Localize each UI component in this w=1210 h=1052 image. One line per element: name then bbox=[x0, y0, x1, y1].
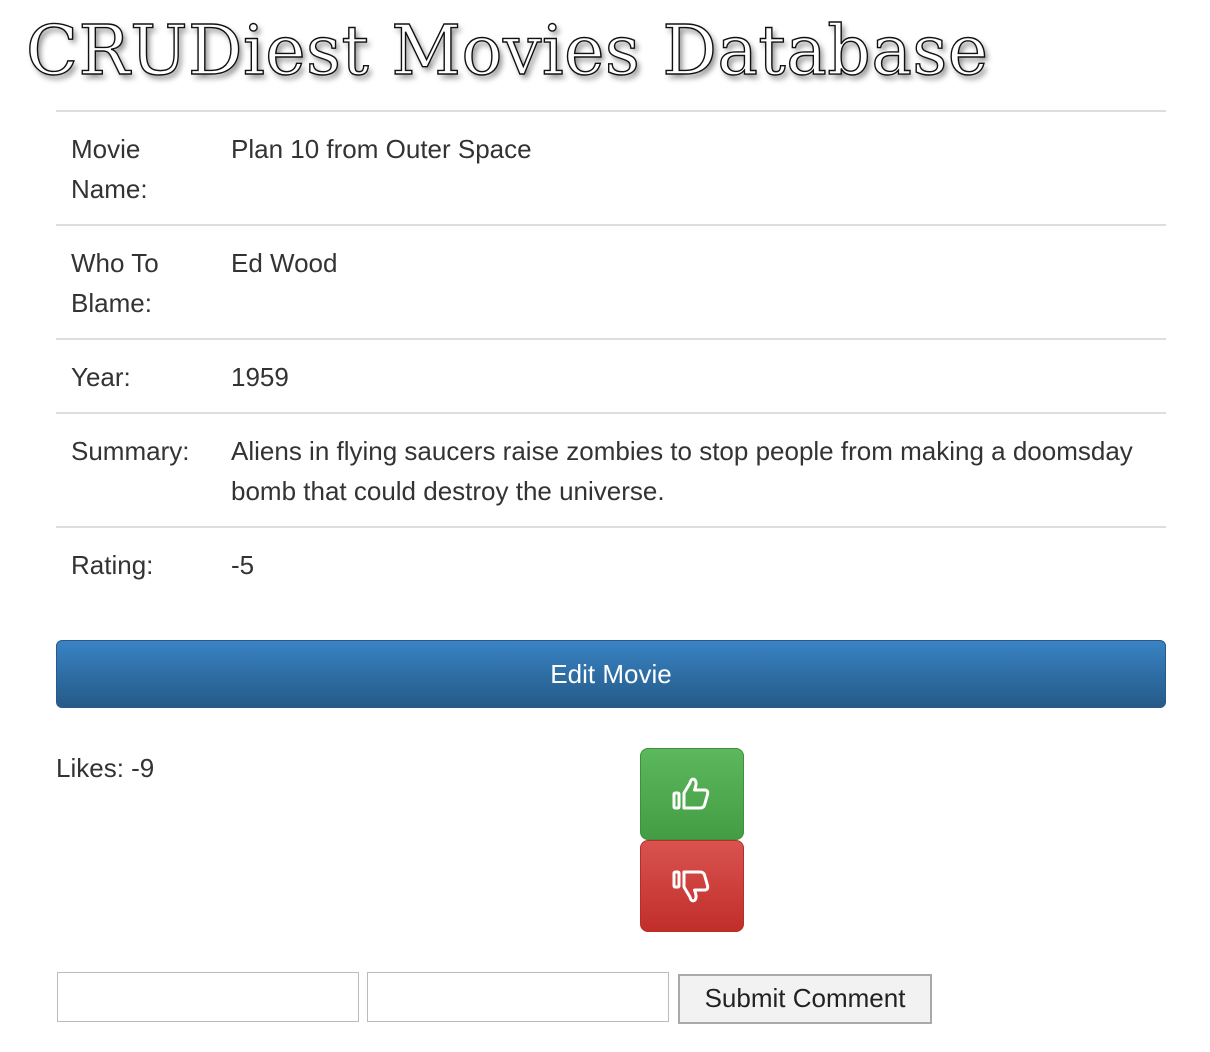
edit-movie-button[interactable]: Edit Movie bbox=[56, 640, 1166, 708]
thumbs-down-icon bbox=[672, 870, 710, 903]
rating-row: Rating: -5 bbox=[56, 526, 1166, 600]
movie-name-label: Movie Name: bbox=[56, 110, 216, 225]
movie-name-row: Movie Name: Plan 10 from Outer Space bbox=[56, 110, 1166, 225]
commenter-name-input[interactable] bbox=[57, 972, 359, 1022]
who-to-blame-row: Who To Blame: Ed Wood bbox=[56, 224, 1166, 339]
thumbs-up-icon bbox=[672, 777, 710, 810]
summary-row: Summary: Aliens in flying saucers raise … bbox=[56, 412, 1166, 527]
who-to-blame-label: Who To Blame: bbox=[56, 224, 216, 339]
submit-comment-button[interactable]: Submit Comment bbox=[678, 974, 932, 1024]
comment-text-input[interactable] bbox=[367, 972, 669, 1022]
summary-value: Aliens in flying saucers raise zombies t… bbox=[216, 412, 1166, 527]
year-row: Year: 1959 bbox=[56, 338, 1166, 413]
year-value: 1959 bbox=[216, 338, 1166, 413]
likes-count: Likes: -9 bbox=[56, 753, 155, 783]
page-title: CRUDiest Movies Database bbox=[25, 11, 989, 91]
movie-name-value: Plan 10 from Outer Space bbox=[216, 110, 1166, 225]
movie-details-table: Movie Name: Plan 10 from Outer Space Who… bbox=[56, 110, 1166, 600]
who-to-blame-value: Ed Wood bbox=[216, 224, 1166, 339]
dislike-button[interactable] bbox=[640, 840, 744, 932]
year-label: Year: bbox=[56, 338, 216, 413]
rating-label: Rating: bbox=[56, 526, 216, 600]
rating-value: -5 bbox=[216, 526, 1166, 600]
summary-label: Summary: bbox=[56, 412, 216, 527]
like-button[interactable] bbox=[640, 748, 744, 840]
